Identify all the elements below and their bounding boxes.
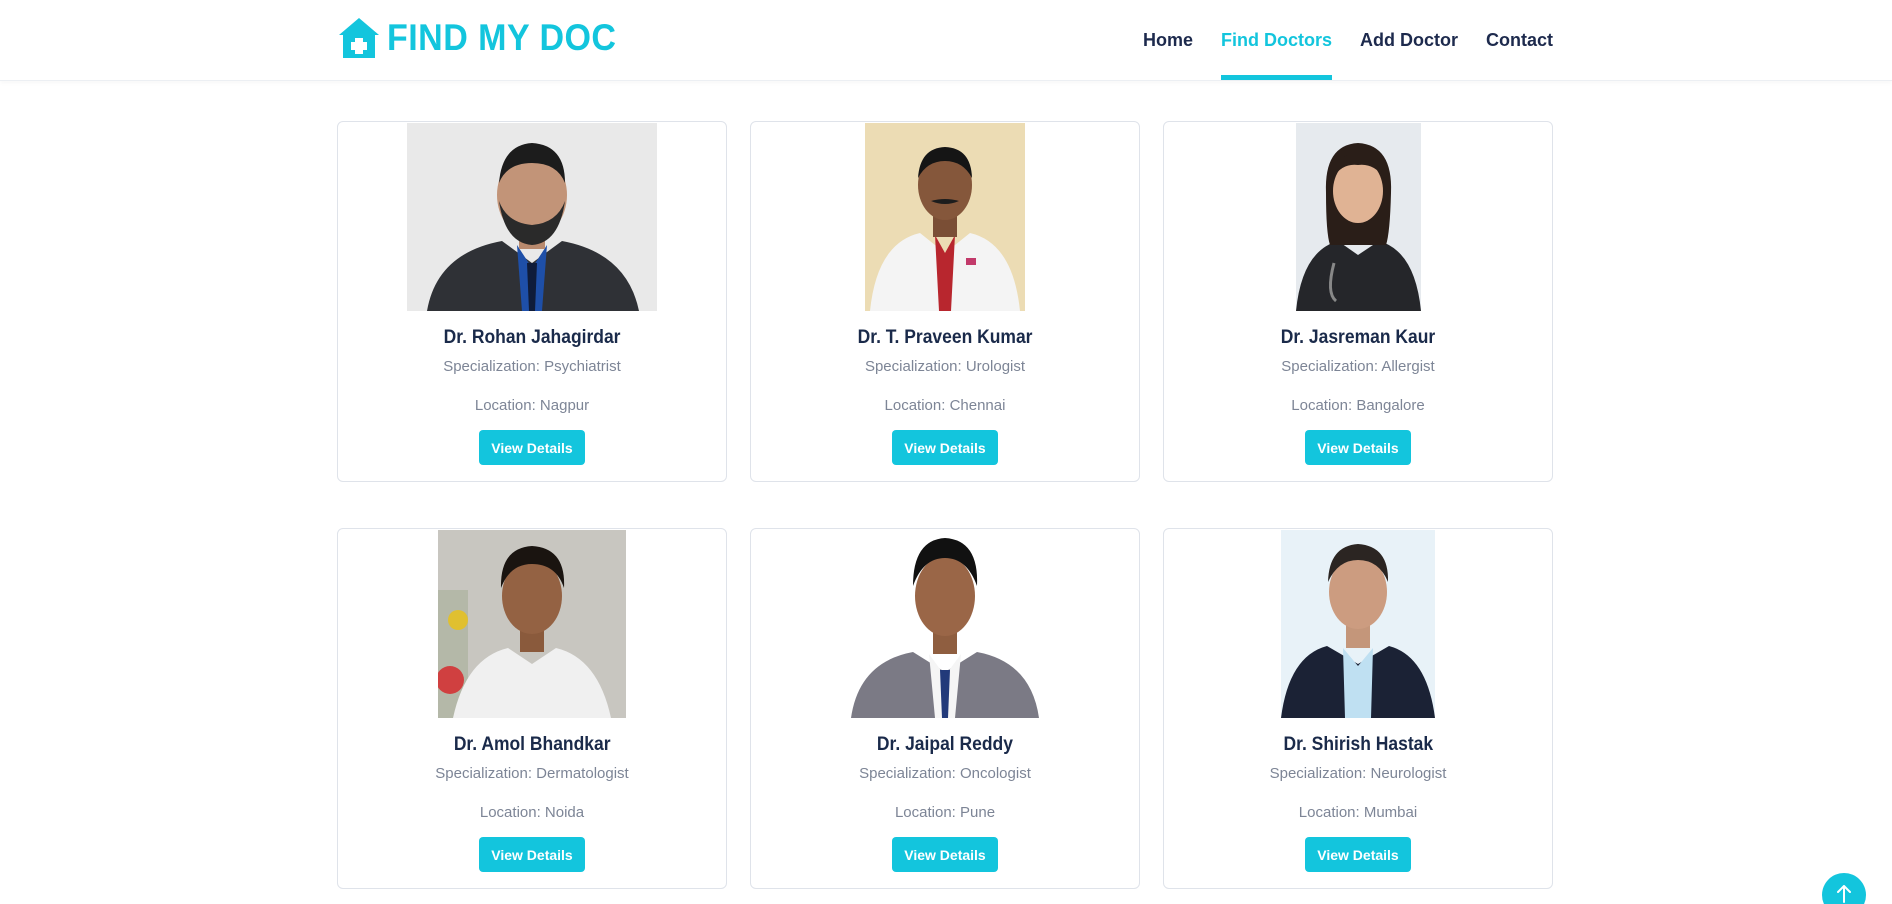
nav-item-find-doctors[interactable]: Find Doctors [1221,0,1332,81]
back-to-top-button[interactable] [1822,873,1866,904]
doctor-photo [438,530,626,718]
doctor-photo [851,530,1039,718]
doctor-card: Dr. Jaipal Reddy Specialization: Oncolog… [750,528,1140,889]
doctor-name: Dr. Jasreman Kaur [1280,327,1436,348]
arrow-up-icon [1837,885,1851,903]
doctor-name: Dr. Shirish Hastak [1283,734,1433,755]
doctor-photo [1295,123,1421,311]
doctor-card: Dr. Shirish Hastak Specialization: Neuro… [1163,528,1553,889]
view-details-button[interactable]: View Details [479,430,585,465]
doctor-photo [865,123,1025,311]
doctor-specialization: Specialization: Oncologist [859,765,1031,782]
doctor-specialization: Specialization: Psychiatrist [443,358,621,375]
doctor-card: Dr. Rohan Jahagirdar Specialization: Psy… [337,121,727,482]
doctor-location: Location: Nagpur [474,397,590,414]
doctor-photo [1281,530,1435,718]
nav-item-home[interactable]: Home [1143,0,1193,81]
navbar: FIND MY DOC Home Find Doctors Add Doctor… [0,0,1892,81]
main-nav: Home Find Doctors Add Doctor Contact [1115,0,1553,81]
doctor-specialization: Specialization: Neurologist [1269,765,1447,782]
doctor-specialization: Specialization: Allergist [1281,358,1435,375]
doctor-card: Dr. T. Praveen Kumar Specialization: Uro… [750,121,1140,482]
view-details-button[interactable]: View Details [479,837,585,872]
doctor-card: Dr. Amol Bhandkar Specialization: Dermat… [337,528,727,889]
doctor-photo [407,123,657,311]
doctor-specialization: Specialization: Urologist [864,358,1026,375]
doctor-card: Dr. Jasreman Kaur Specialization: Allerg… [1163,121,1553,482]
doctor-location: Location: Bangalore [1291,397,1425,414]
view-details-button[interactable]: View Details [892,430,998,465]
doctor-name: Dr. Amol Bhandkar [453,734,611,755]
doctor-specialization: Specialization: Dermatologist [435,765,629,782]
nav-item-contact[interactable]: Contact [1486,0,1553,81]
brand-logo-link[interactable]: FIND MY DOC [337,16,636,60]
nav-item-add-doctor[interactable]: Add Doctor [1360,0,1458,81]
doctor-location: Location: Pune [894,804,996,821]
doctor-location: Location: Noida [479,804,585,821]
house-medical-icon [339,18,379,58]
view-details-button[interactable]: View Details [1305,430,1411,465]
doctor-name: Dr. Jaipal Reddy [876,734,1014,755]
view-details-button[interactable]: View Details [892,837,998,872]
doctor-name: Dr. T. Praveen Kumar [857,327,1033,348]
doctor-location: Location: Mumbai [1298,804,1418,821]
brand-name: FIND MY DOC [387,17,617,58]
doctor-location: Location: Chennai [884,397,1006,414]
doctor-grid: Dr. Rohan Jahagirdar Specialization: Psy… [337,121,1553,889]
doctor-name: Dr. Rohan Jahagirdar [443,327,621,348]
view-details-button[interactable]: View Details [1305,837,1411,872]
